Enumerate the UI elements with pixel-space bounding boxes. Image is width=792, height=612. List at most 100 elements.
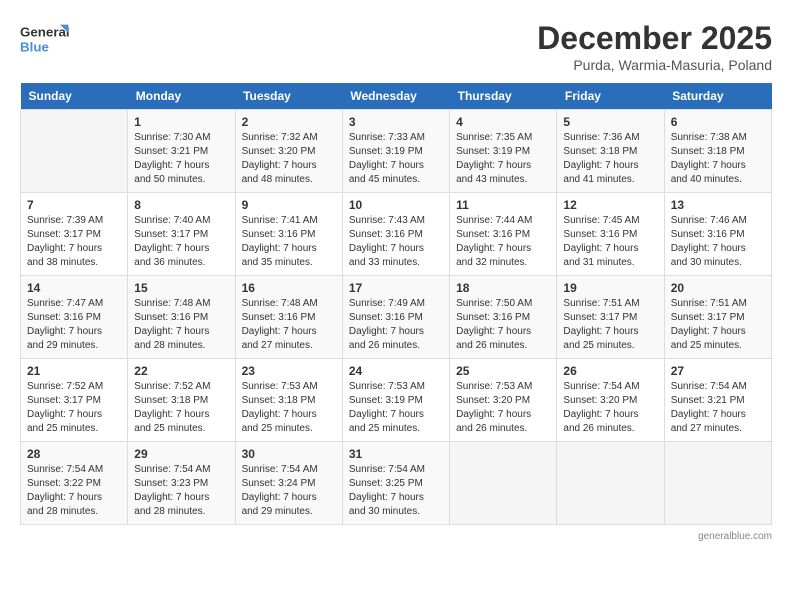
day-number: 14 — [27, 281, 121, 295]
calendar-cell: 6Sunrise: 7:38 AMSunset: 3:18 PMDaylight… — [664, 110, 771, 193]
day-number: 19 — [563, 281, 657, 295]
footer-text: generalblue.com — [698, 531, 772, 542]
calendar-cell: 11 Sunrise: 7:44 AMSunset: 3:16 PMDayligh… — [450, 193, 557, 276]
calendar-cell: 20 Sunrise: 7:51 AMSunset: 3:17 PMDayligh… — [664, 276, 771, 359]
day-number: 23 — [242, 364, 336, 378]
calendar-cell: 19 Sunrise: 7:51 AMSunset: 3:17 PMDayligh… — [557, 276, 664, 359]
weekday-header-cell: Tuesday — [235, 83, 342, 110]
day-info: Sunrise: 7:54 AMSunset: 3:23 PMDaylight:… — [134, 463, 228, 519]
day-info: Sunrise: 7:54 AMSunset: 3:22 PMDaylight:… — [27, 463, 121, 519]
day-number: 13 — [671, 198, 765, 212]
day-number: 11 — [456, 198, 550, 212]
day-number: 20 — [671, 281, 765, 295]
calendar-week-row: 14Sunrise: 7:47 AMSunset: 3:16 PMDayligh… — [21, 276, 772, 359]
day-number: 30 — [242, 447, 336, 461]
calendar-cell: 29 Sunrise: 7:54 AMSunset: 3:23 PMDayligh… — [128, 442, 235, 525]
day-info: Sunrise: 7:45 AMSunset: 3:16 PMDaylight:… — [563, 214, 657, 270]
day-info: Sunrise: 7:48 AMSunset: 3:16 PMDaylight:… — [242, 297, 336, 353]
day-info: Sunrise: 7:51 AMSunset: 3:17 PMDaylight:… — [671, 297, 765, 353]
day-number: 5 — [563, 115, 657, 129]
day-number: 8 — [134, 198, 228, 212]
calendar-cell: 30Sunrise: 7:54 AMSunset: 3:24 PMDayligh… — [235, 442, 342, 525]
day-info: Sunrise: 7:36 AMSunset: 3:18 PMDaylight:… — [563, 131, 657, 187]
day-info: Sunrise: 7:53 AMSunset: 3:18 PMDaylight:… — [242, 380, 336, 436]
day-info: Sunrise: 7:52 AMSunset: 3:17 PMDaylight:… — [27, 380, 121, 436]
calendar-cell: 27Sunrise: 7:54 AMSunset: 3:21 PMDayligh… — [664, 359, 771, 442]
calendar-cell: 24 Sunrise: 7:53 AMSunset: 3:19 PMDayligh… — [342, 359, 449, 442]
month-title: December 2025 — [537, 20, 772, 57]
day-number: 4 — [456, 115, 550, 129]
day-number: 24 — [349, 364, 443, 378]
calendar-week-row: 1Sunrise: 7:30 AMSunset: 3:21 PMDaylight… — [21, 110, 772, 193]
calendar-cell: 25 Sunrise: 7:53 AMSunset: 3:20 PMDayligh… — [450, 359, 557, 442]
weekday-header-cell: Saturday — [664, 83, 771, 110]
day-number: 10 — [349, 198, 443, 212]
day-number: 26 — [563, 364, 657, 378]
day-number: 25 — [456, 364, 550, 378]
calendar-cell: 8Sunrise: 7:40 AMSunset: 3:17 PMDaylight… — [128, 193, 235, 276]
calendar-cell — [450, 442, 557, 525]
day-info: Sunrise: 7:48 AMSunset: 3:16 PMDaylight:… — [134, 297, 228, 353]
day-number: 21 — [27, 364, 121, 378]
day-number: 28 — [27, 447, 121, 461]
calendar-cell: 26 Sunrise: 7:54 AMSunset: 3:20 PMDayligh… — [557, 359, 664, 442]
day-number: 29 — [134, 447, 228, 461]
day-info: Sunrise: 7:51 AMSunset: 3:17 PMDaylight:… — [563, 297, 657, 353]
calendar-header-row: SundayMondayTuesdayWednesdayThursdayFrid… — [21, 83, 772, 110]
calendar-cell: 15 Sunrise: 7:48 AMSunset: 3:16 PMDayligh… — [128, 276, 235, 359]
day-number: 2 — [242, 115, 336, 129]
logo-svg: General Blue — [20, 20, 70, 60]
day-info: Sunrise: 7:49 AMSunset: 3:16 PMDaylight:… — [349, 297, 443, 353]
calendar-week-row: 28 Sunrise: 7:54 AMSunset: 3:22 PMDayligh… — [21, 442, 772, 525]
page-header: General Blue December 2025 Purda, Warmia… — [20, 20, 772, 73]
weekday-header-cell: Wednesday — [342, 83, 449, 110]
calendar-cell: 18 Sunrise: 7:50 AMSunset: 3:16 PMDayligh… — [450, 276, 557, 359]
calendar-cell: 10 Sunrise: 7:43 AMSunset: 3:16 PMDayligh… — [342, 193, 449, 276]
day-number: 16 — [242, 281, 336, 295]
day-info: Sunrise: 7:32 AMSunset: 3:20 PMDaylight:… — [242, 131, 336, 187]
weekday-header-cell: Monday — [128, 83, 235, 110]
day-number: 12 — [563, 198, 657, 212]
day-number: 17 — [349, 281, 443, 295]
day-number: 7 — [27, 198, 121, 212]
location-subtitle: Purda, Warmia-Masuria, Poland — [537, 57, 772, 73]
day-info: Sunrise: 7:50 AMSunset: 3:16 PMDaylight:… — [456, 297, 550, 353]
calendar-cell: 5 Sunrise: 7:36 AMSunset: 3:18 PMDaylight… — [557, 110, 664, 193]
day-info: Sunrise: 7:39 AMSunset: 3:17 PMDaylight:… — [27, 214, 121, 270]
day-info: Sunrise: 7:43 AMSunset: 3:16 PMDaylight:… — [349, 214, 443, 270]
logo: General Blue — [20, 20, 70, 60]
day-info: Sunrise: 7:35 AMSunset: 3:19 PMDaylight:… — [456, 131, 550, 187]
day-info: Sunrise: 7:44 AMSunset: 3:16 PMDaylight:… — [456, 214, 550, 270]
calendar-cell: 23 Sunrise: 7:53 AMSunset: 3:18 PMDayligh… — [235, 359, 342, 442]
calendar-body: 1Sunrise: 7:30 AMSunset: 3:21 PMDaylight… — [21, 110, 772, 525]
calendar-table: SundayMondayTuesdayWednesdayThursdayFrid… — [20, 83, 772, 525]
day-number: 9 — [242, 198, 336, 212]
calendar-cell: 3 Sunrise: 7:33 AMSunset: 3:19 PMDaylight… — [342, 110, 449, 193]
calendar-cell — [21, 110, 128, 193]
day-info: Sunrise: 7:46 AMSunset: 3:16 PMDaylight:… — [671, 214, 765, 270]
calendar-cell: 17 Sunrise: 7:49 AMSunset: 3:16 PMDayligh… — [342, 276, 449, 359]
calendar-cell — [664, 442, 771, 525]
day-info: Sunrise: 7:54 AMSunset: 3:20 PMDaylight:… — [563, 380, 657, 436]
day-number: 15 — [134, 281, 228, 295]
calendar-cell: 1Sunrise: 7:30 AMSunset: 3:21 PMDaylight… — [128, 110, 235, 193]
calendar-cell: 4 Sunrise: 7:35 AMSunset: 3:19 PMDaylight… — [450, 110, 557, 193]
calendar-cell: 2 Sunrise: 7:32 AMSunset: 3:20 PMDaylight… — [235, 110, 342, 193]
calendar-cell: 13 Sunrise: 7:46 AMSunset: 3:16 PMDayligh… — [664, 193, 771, 276]
calendar-cell: 31Sunrise: 7:54 AMSunset: 3:25 PMDayligh… — [342, 442, 449, 525]
weekday-header-cell: Sunday — [21, 83, 128, 110]
day-number: 6 — [671, 115, 765, 129]
weekday-header-cell: Thursday — [450, 83, 557, 110]
footer: generalblue.com — [20, 531, 772, 542]
day-info: Sunrise: 7:33 AMSunset: 3:19 PMDaylight:… — [349, 131, 443, 187]
day-number: 18 — [456, 281, 550, 295]
day-info: Sunrise: 7:53 AMSunset: 3:20 PMDaylight:… — [456, 380, 550, 436]
day-info: Sunrise: 7:54 AMSunset: 3:21 PMDaylight:… — [671, 380, 765, 436]
calendar-week-row: 7 Sunrise: 7:39 AMSunset: 3:17 PMDaylight… — [21, 193, 772, 276]
day-number: 3 — [349, 115, 443, 129]
day-number: 31 — [349, 447, 443, 461]
calendar-cell: 16 Sunrise: 7:48 AMSunset: 3:16 PMDayligh… — [235, 276, 342, 359]
calendar-cell: 22Sunrise: 7:52 AMSunset: 3:18 PMDayligh… — [128, 359, 235, 442]
day-info: Sunrise: 7:53 AMSunset: 3:19 PMDaylight:… — [349, 380, 443, 436]
day-info: Sunrise: 7:41 AMSunset: 3:16 PMDaylight:… — [242, 214, 336, 270]
